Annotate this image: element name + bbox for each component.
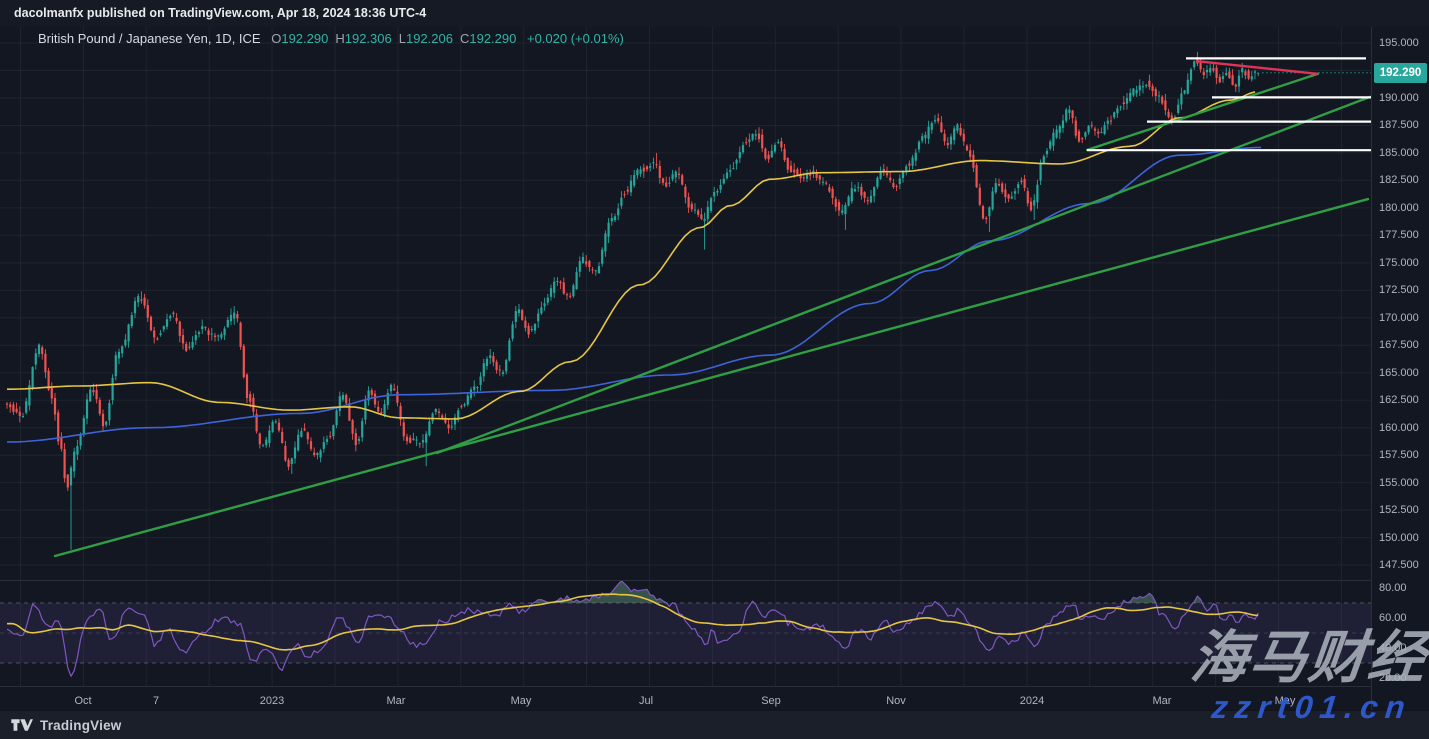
rsi-tick-label: 40.00 bbox=[1379, 641, 1407, 655]
time-tick-label: 2023 bbox=[260, 695, 284, 707]
ohlc-value: 192.206 bbox=[406, 31, 453, 46]
price-tick-label: 150.000 bbox=[1379, 531, 1419, 545]
price-tick-label: 165.000 bbox=[1379, 366, 1419, 380]
time-tick-label: May bbox=[1275, 695, 1296, 707]
tradingview-brand-label[interactable]: TradingView bbox=[40, 718, 121, 733]
tradingview-logo-icon[interactable] bbox=[10, 718, 33, 732]
price-tick-label: 190.000 bbox=[1379, 91, 1419, 105]
ohlc-values: O192.290H192.306L192.206C192.290 bbox=[271, 31, 523, 46]
tradingview-chart-snapshot: dacolmanfx published on TradingView.com,… bbox=[0, 0, 1429, 739]
price-axis[interactable]: 195.000 190.000 187.500 185.000 182.500 180.0… bbox=[1371, 27, 1429, 710]
ohlc-label: O bbox=[271, 31, 281, 46]
time-tick-label: Jul bbox=[639, 695, 653, 707]
price-tick-label: 182.500 bbox=[1379, 173, 1419, 187]
price-tick-label: 185.000 bbox=[1379, 146, 1419, 160]
rsi-tick-label: 60.00 bbox=[1379, 611, 1407, 625]
price-tick-label: 167.500 bbox=[1379, 338, 1419, 352]
price-tick-label: 195.000 bbox=[1379, 36, 1419, 50]
price-tick-label: 157.500 bbox=[1379, 448, 1419, 462]
time-tick-label: Mar bbox=[387, 695, 406, 707]
ohlc-value: 192.290 bbox=[281, 31, 328, 46]
ohlc-label: L bbox=[399, 31, 406, 46]
time-tick-label: Sep bbox=[761, 695, 781, 707]
share-bar: dacolmanfx published on TradingView.com,… bbox=[0, 0, 1429, 27]
symbol-legend[interactable]: British Pound / Japanese Yen, 1D, ICE O1… bbox=[38, 31, 624, 46]
price-tick-label: 180.000 bbox=[1379, 201, 1419, 215]
ohlc-label: C bbox=[460, 31, 469, 46]
time-tick-label: 2024 bbox=[1020, 695, 1044, 707]
ohlc-value: 192.306 bbox=[345, 31, 392, 46]
price-tick-label: 152.500 bbox=[1379, 503, 1419, 517]
time-tick-label: Nov bbox=[886, 695, 906, 707]
price-tick-label: 170.000 bbox=[1379, 311, 1419, 325]
price-tick-label: 175.000 bbox=[1379, 256, 1419, 270]
time-tick-label: Oct bbox=[74, 695, 91, 707]
price-tick-label: 162.500 bbox=[1379, 393, 1419, 407]
share-text: dacolmanfx published on TradingView.com,… bbox=[14, 6, 426, 20]
rsi-tick-label: 80.00 bbox=[1379, 581, 1407, 595]
price-tick-label: 177.500 bbox=[1379, 228, 1419, 242]
symbol-title[interactable]: British Pound / Japanese Yen, 1D, ICE bbox=[38, 31, 261, 46]
chart-canvas[interactable]: Oct 7 2023 Mar May Jul Sep Nov 2024 Mar May bbox=[0, 27, 1371, 710]
price-tick-label: 160.000 bbox=[1379, 421, 1419, 435]
price-tick-label: 155.000 bbox=[1379, 476, 1419, 490]
price-tick-label: 187.500 bbox=[1379, 118, 1419, 132]
bottom-toolbar: TradingView bbox=[0, 710, 1429, 739]
change-value: +0.020 (+0.01%) bbox=[527, 31, 624, 46]
price-tick-label: 147.500 bbox=[1379, 558, 1419, 572]
rsi-tick-label: 20.00 bbox=[1379, 671, 1407, 685]
ohlc-label: H bbox=[335, 31, 344, 46]
price-tick-label: 172.500 bbox=[1379, 283, 1419, 297]
time-tick-label: 7 bbox=[153, 695, 159, 707]
ohlc-value: 192.290 bbox=[469, 31, 516, 46]
time-tick-label: May bbox=[511, 695, 532, 707]
last-price-tag: 192.290 bbox=[1374, 63, 1427, 83]
time-tick-label: Mar bbox=[1153, 695, 1172, 707]
